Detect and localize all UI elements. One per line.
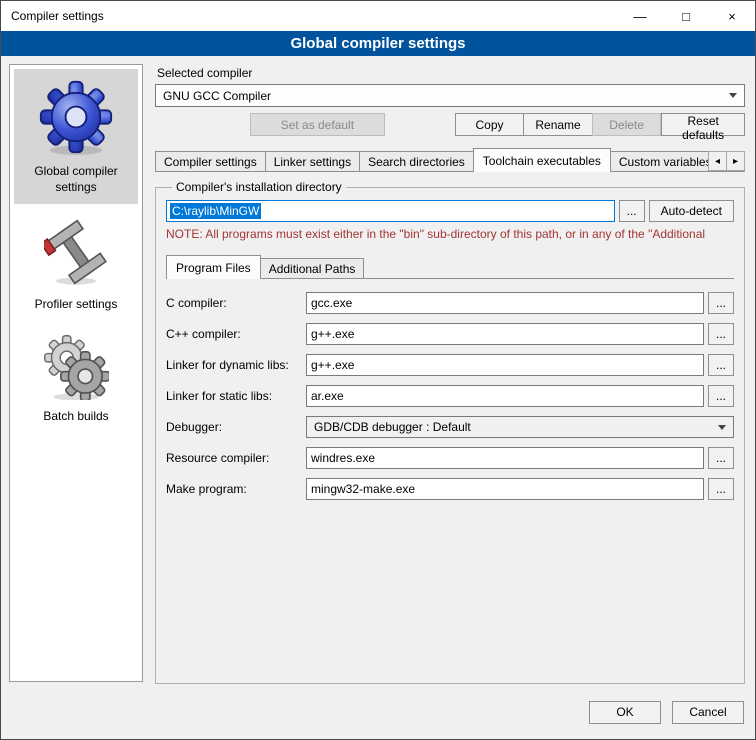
- cancel-button[interactable]: Cancel: [672, 701, 744, 724]
- field-value: g++.exe: [311, 358, 354, 372]
- field-value: g++.exe: [311, 327, 354, 341]
- dynamic-linker-browse-button[interactable]: ...: [708, 354, 734, 376]
- dialog-footer: OK Cancel: [1, 694, 755, 739]
- window-controls: — □ ×: [617, 1, 755, 31]
- tab-additional-paths[interactable]: Additional Paths: [260, 258, 365, 279]
- set-as-default-button: Set as default: [250, 113, 385, 136]
- field-value: windres.exe: [311, 451, 375, 465]
- minimize-icon: —: [634, 9, 647, 24]
- field-label: C++ compiler:: [166, 327, 306, 341]
- install-dir-input[interactable]: C:\raylib\MinGW: [166, 200, 615, 222]
- field-label: Make program:: [166, 482, 306, 496]
- sidebar-item-label: Global compiler settings: [18, 164, 134, 195]
- selected-compiler-select[interactable]: GNU GCC Compiler: [155, 84, 745, 107]
- gray-gears-icon: [43, 334, 109, 400]
- page-title: Global compiler settings: [1, 31, 755, 56]
- tab-scroll-left-button[interactable]: ◂: [708, 151, 727, 171]
- field-label: Linker for static libs:: [166, 389, 306, 403]
- install-dir-row: C:\raylib\MinGW ... Auto-detect: [166, 200, 734, 222]
- close-button[interactable]: ×: [709, 1, 755, 31]
- program-files-tab-strip: Program Files Additional Paths: [166, 256, 734, 279]
- selected-compiler-label: Selected compiler: [157, 66, 745, 80]
- resource-compiler-browse-button[interactable]: ...: [708, 447, 734, 469]
- tab-scrollers: ◂ ▸: [709, 151, 745, 171]
- close-icon: ×: [728, 9, 736, 24]
- arrow-left-icon: ◂: [715, 156, 720, 167]
- note-text: NOTE: All programs must exist either in …: [166, 227, 734, 241]
- blue-gear-icon: [38, 79, 114, 155]
- field-row-dynamic-linker: Linker for dynamic libs: g++.exe ...: [166, 354, 734, 376]
- settings-tab-strip: Compiler settings Linker settings Search…: [155, 148, 745, 172]
- static-linker-input[interactable]: ar.exe: [306, 385, 704, 407]
- field-value: ar.exe: [311, 389, 344, 403]
- debugger-select[interactable]: GDB/CDB debugger : Default: [306, 416, 734, 438]
- auto-detect-button[interactable]: Auto-detect: [649, 200, 734, 222]
- chevron-down-icon: [729, 93, 737, 98]
- tab-search-directories[interactable]: Search directories: [359, 151, 474, 172]
- make-program-browse-button[interactable]: ...: [708, 478, 734, 500]
- compiler-settings-window: Compiler settings — □ × Global compiler …: [0, 0, 756, 740]
- field-row-debugger: Debugger: GDB/CDB debugger : Default: [166, 416, 734, 438]
- c-compiler-input[interactable]: gcc.exe: [306, 292, 704, 314]
- field-row-make-program: Make program: mingw32-make.exe ...: [166, 478, 734, 500]
- sidebar-item-batch-builds[interactable]: Batch builds: [14, 324, 138, 434]
- field-label: Resource compiler:: [166, 451, 306, 465]
- tab-program-files[interactable]: Program Files: [166, 255, 261, 279]
- make-program-input[interactable]: mingw32-make.exe: [306, 478, 704, 500]
- rename-button[interactable]: Rename: [523, 113, 593, 136]
- profiler-clamp-icon: [44, 216, 108, 288]
- ok-button[interactable]: OK: [589, 701, 661, 724]
- maximize-button[interactable]: □: [663, 1, 709, 31]
- sidebar-item-global-compiler-settings[interactable]: Global compiler settings: [14, 69, 138, 204]
- title-bar: Compiler settings — □ ×: [1, 1, 755, 31]
- install-dir-browse-button[interactable]: ...: [619, 200, 645, 222]
- tab-toolchain-executables[interactable]: Toolchain executables: [473, 148, 611, 172]
- field-row-cpp-compiler: C++ compiler: g++.exe ...: [166, 323, 734, 345]
- field-value: mingw32-make.exe: [311, 482, 415, 496]
- field-value: GDB/CDB debugger : Default: [314, 420, 471, 434]
- maximize-icon: □: [682, 9, 690, 24]
- field-label: C compiler:: [166, 296, 306, 310]
- cpp-compiler-browse-button[interactable]: ...: [708, 323, 734, 345]
- field-row-static-linker: Linker for static libs: ar.exe ...: [166, 385, 734, 407]
- field-value: gcc.exe: [311, 296, 352, 310]
- settings-sidebar: Global compiler settings Profiler settin…: [9, 64, 143, 682]
- field-label: Linker for dynamic libs:: [166, 358, 306, 372]
- static-linker-browse-button[interactable]: ...: [708, 385, 734, 407]
- selected-compiler-value: GNU GCC Compiler: [163, 89, 271, 103]
- dialog-content: Global compiler settings Profiler settin…: [1, 56, 755, 694]
- main-panel: Selected compiler GNU GCC Compiler Set a…: [155, 64, 745, 690]
- field-row-c-compiler: C compiler: gcc.exe ...: [166, 292, 734, 314]
- installation-directory-group: Compiler's installation directory C:\ray…: [155, 180, 745, 684]
- copy-button[interactable]: Copy: [455, 113, 525, 136]
- c-compiler-browse-button[interactable]: ...: [708, 292, 734, 314]
- tab-linker-settings[interactable]: Linker settings: [265, 151, 360, 172]
- compiler-actions: Set as default Copy Rename Delete Reset …: [155, 113, 745, 136]
- tab-compiler-settings[interactable]: Compiler settings: [155, 151, 266, 172]
- window-title: Compiler settings: [1, 9, 104, 23]
- chevron-down-icon: [718, 425, 726, 430]
- group-title: Compiler's installation directory: [172, 180, 346, 194]
- minimize-button[interactable]: —: [617, 1, 663, 31]
- delete-button: Delete: [592, 113, 662, 136]
- sidebar-item-label: Profiler settings: [35, 297, 118, 313]
- sidebar-item-profiler-settings[interactable]: Profiler settings: [14, 206, 138, 322]
- resource-compiler-input[interactable]: windres.exe: [306, 447, 704, 469]
- reset-defaults-button[interactable]: Reset defaults: [661, 113, 745, 136]
- tab-scroll-right-button[interactable]: ▸: [726, 151, 745, 171]
- field-row-resource-compiler: Resource compiler: windres.exe ...: [166, 447, 734, 469]
- dynamic-linker-input[interactable]: g++.exe: [306, 354, 704, 376]
- field-label: Debugger:: [166, 420, 306, 434]
- tab-custom-variables[interactable]: Custom variables: [610, 151, 721, 172]
- install-dir-value: C:\raylib\MinGW: [170, 203, 261, 219]
- arrow-right-icon: ▸: [733, 156, 738, 167]
- sidebar-item-label: Batch builds: [43, 409, 108, 425]
- cpp-compiler-input[interactable]: g++.exe: [306, 323, 704, 345]
- toolchain-fields: C compiler: gcc.exe ... C++ compiler: g+…: [166, 292, 734, 500]
